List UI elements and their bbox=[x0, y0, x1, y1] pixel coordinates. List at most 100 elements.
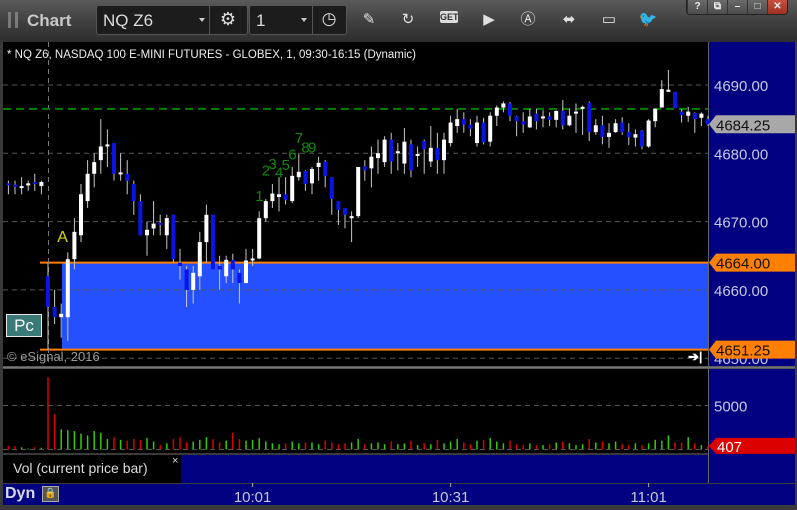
candle-body[interactable] bbox=[448, 122, 453, 144]
grip-icon[interactable] bbox=[8, 12, 18, 28]
candle-body[interactable] bbox=[329, 177, 334, 200]
restore-button[interactable]: ⧉ bbox=[707, 0, 727, 14]
candle-body[interactable] bbox=[376, 153, 380, 159]
candle-body[interactable] bbox=[428, 147, 433, 162]
candle-body[interactable] bbox=[554, 110, 559, 120]
candle-body[interactable] bbox=[6, 183, 11, 186]
interval-selector[interactable]: 1 ◷ bbox=[249, 5, 347, 35]
get-icon[interactable]: GET bbox=[440, 11, 459, 23]
close-study-button[interactable]: × bbox=[172, 455, 178, 467]
candle-body[interactable] bbox=[607, 132, 611, 137]
candle-body[interactable] bbox=[508, 103, 512, 116]
symbol-selector[interactable]: NQ Z6 ⚙ bbox=[96, 5, 248, 35]
candle-body[interactable] bbox=[13, 184, 17, 187]
dyn-label[interactable]: Dyn bbox=[5, 485, 35, 503]
candle-body[interactable] bbox=[699, 113, 704, 118]
chevron-down-icon[interactable] bbox=[301, 18, 307, 22]
candle-body[interactable] bbox=[164, 218, 169, 236]
candle-body[interactable] bbox=[39, 181, 44, 187]
candle-body[interactable] bbox=[706, 119, 710, 125]
candle-body[interactable] bbox=[442, 139, 446, 161]
candle-body[interactable] bbox=[422, 141, 427, 150]
candle-body[interactable] bbox=[356, 166, 361, 217]
pc-button[interactable]: Pc bbox=[6, 314, 42, 337]
candle-body[interactable] bbox=[415, 153, 420, 156]
gear-icon[interactable]: ⚙ bbox=[217, 9, 239, 29]
candle-body[interactable] bbox=[369, 156, 374, 169]
candle-body[interactable] bbox=[679, 111, 684, 116]
chevron-down-icon[interactable] bbox=[199, 18, 205, 22]
candle-body[interactable] bbox=[514, 116, 519, 122]
candle-body[interactable] bbox=[250, 258, 255, 261]
candle-body[interactable] bbox=[178, 262, 182, 266]
lock-icon[interactable]: 🔒 bbox=[42, 486, 59, 502]
candle-body[interactable] bbox=[382, 139, 387, 163]
candle-body[interactable] bbox=[580, 106, 585, 109]
candle-body[interactable] bbox=[138, 201, 143, 236]
candle-body[interactable] bbox=[646, 120, 651, 147]
candle-body[interactable] bbox=[224, 259, 229, 277]
candle-body[interactable] bbox=[98, 146, 103, 161]
candle-body[interactable] bbox=[105, 144, 110, 147]
candle-body[interactable] bbox=[455, 119, 460, 126]
candle-body[interactable] bbox=[659, 89, 664, 108]
candle-body[interactable] bbox=[640, 130, 644, 147]
candle-body[interactable] bbox=[395, 151, 400, 154]
candle-body[interactable] bbox=[547, 116, 552, 120]
candle-body[interactable] bbox=[534, 113, 539, 122]
close-button[interactable]: ✕ bbox=[767, 0, 787, 14]
candle-body[interactable] bbox=[46, 276, 50, 307]
candle-body[interactable] bbox=[204, 214, 209, 243]
alert-a-icon[interactable]: Ⓐ bbox=[517, 10, 539, 30]
candle-body[interactable] bbox=[230, 259, 235, 270]
candle-body[interactable] bbox=[257, 218, 262, 259]
pencil-icon[interactable]: ✎ bbox=[358, 10, 380, 30]
candle-body[interactable] bbox=[626, 132, 631, 137]
candle-body[interactable] bbox=[85, 173, 90, 202]
candle-body[interactable] bbox=[362, 166, 367, 171]
candle-body[interactable] bbox=[343, 207, 347, 215]
maximize-button[interactable]: □ bbox=[747, 0, 767, 14]
candle-body[interactable] bbox=[303, 171, 308, 185]
candle-body[interactable] bbox=[567, 115, 572, 126]
scroll-to-end-icon[interactable]: ➔| bbox=[688, 349, 703, 365]
minimize-button[interactable]: – bbox=[727, 0, 747, 14]
candle-body[interactable] bbox=[59, 313, 64, 318]
link-icon[interactable]: ⬌ bbox=[558, 10, 580, 30]
symbol-value[interactable]: NQ Z6 bbox=[103, 11, 153, 31]
candle-body[interactable] bbox=[151, 223, 156, 229]
candle-body[interactable] bbox=[277, 194, 281, 198]
candle-body[interactable] bbox=[402, 141, 407, 164]
candle-body[interactable] bbox=[237, 272, 242, 284]
candle-body[interactable] bbox=[197, 242, 202, 277]
candle-body[interactable] bbox=[32, 181, 37, 185]
comment-icon[interactable]: ▭ bbox=[598, 10, 620, 30]
candle-body[interactable] bbox=[323, 161, 328, 176]
candle-body[interactable] bbox=[653, 108, 658, 122]
candle-body[interactable] bbox=[620, 122, 625, 133]
candle-body[interactable] bbox=[296, 171, 301, 178]
candle-body[interactable] bbox=[587, 102, 592, 133]
candle-body[interactable] bbox=[145, 229, 149, 236]
candle-body[interactable] bbox=[283, 194, 288, 200]
candle-body[interactable] bbox=[19, 186, 24, 189]
candle-body[interactable] bbox=[389, 139, 394, 162]
candle-body[interactable] bbox=[244, 260, 248, 284]
candle-body[interactable] bbox=[191, 272, 196, 290]
candle-body[interactable] bbox=[270, 193, 275, 202]
candle-body[interactable] bbox=[541, 116, 545, 119]
candle-body[interactable] bbox=[290, 175, 295, 202]
interval-value[interactable]: 1 bbox=[256, 11, 265, 31]
twitter-icon[interactable]: 🐦 bbox=[637, 10, 659, 30]
candle-body[interactable] bbox=[336, 201, 341, 210]
candle-body[interactable] bbox=[686, 111, 691, 116]
candle-body[interactable] bbox=[692, 113, 697, 120]
candle-body[interactable] bbox=[26, 183, 31, 186]
candle-body[interactable] bbox=[72, 231, 77, 260]
play-icon[interactable]: ▶ bbox=[478, 10, 500, 30]
candle-body[interactable] bbox=[475, 122, 479, 144]
candle-body[interactable] bbox=[92, 162, 97, 174]
chart-canvas[interactable]: 4690.004680.004670.004660.004650.00A1234… bbox=[0, 0, 797, 510]
candle-body[interactable] bbox=[613, 123, 618, 133]
candle-body[interactable] bbox=[184, 269, 189, 290]
